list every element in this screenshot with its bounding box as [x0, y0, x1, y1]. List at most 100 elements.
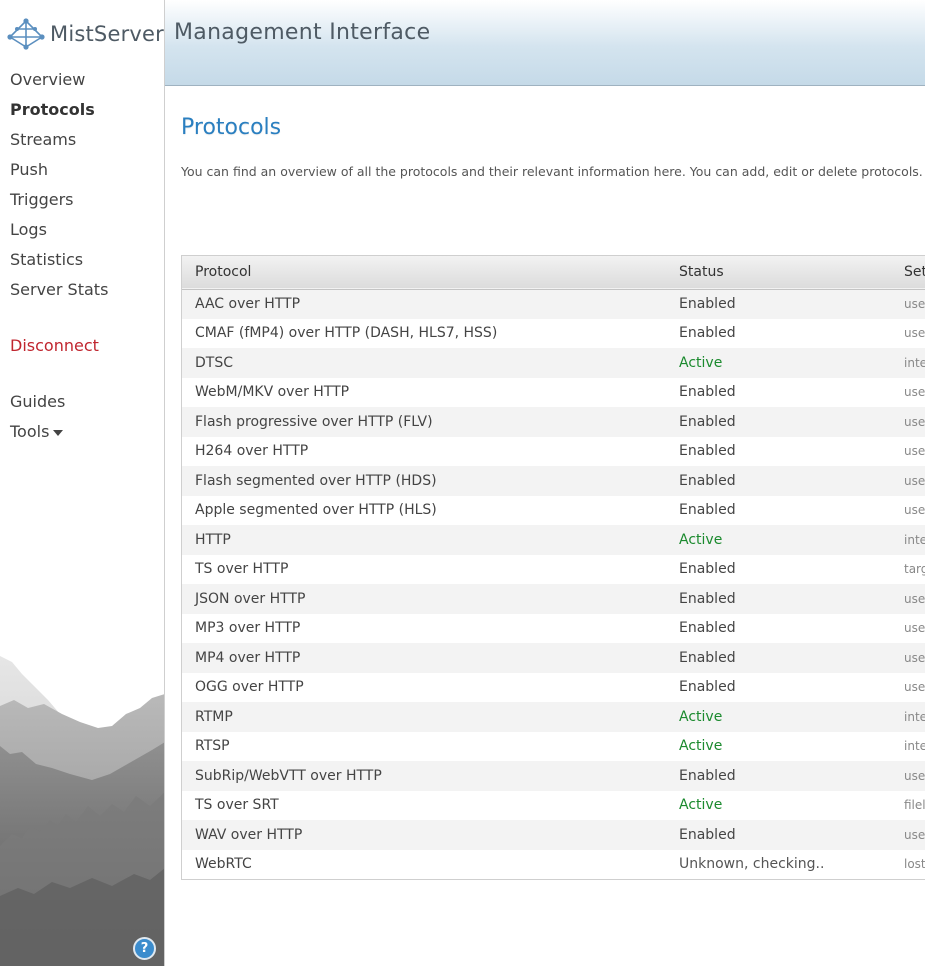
protocol-cell: JSON over HTTP [195, 590, 306, 607]
settings-cell: user [904, 621, 925, 636]
sidebar-item-protocols[interactable]: Protocols [10, 96, 108, 126]
disconnect-link[interactable]: Disconnect [10, 332, 108, 362]
column-header-status[interactable]: Status [666, 256, 891, 289]
status-cell: Enabled [679, 620, 736, 637]
sidebar-item-push[interactable]: Push [10, 156, 108, 186]
status-cell: Enabled [679, 443, 736, 460]
sidebar-item-server-stats[interactable]: Server Stats [10, 276, 108, 306]
status-cell: Enabled [679, 826, 736, 843]
table-row[interactable]: MP3 over HTTP Enabled user [182, 613, 925, 643]
table-row[interactable]: Apple segmented over HTTP (HLS) Enabled us… [182, 495, 925, 525]
protocol-cell: CMAF (fMP4) over HTTP (DASH, HLS7, HSS) [195, 325, 498, 342]
settings-cell: user [904, 650, 925, 665]
protocol-cell: WebRTC [195, 856, 252, 873]
sidebar-item-triggers[interactable]: Triggers [10, 186, 108, 216]
sidebar-item-streams[interactable]: Streams [10, 126, 108, 156]
table-row[interactable]: RTSP Active inte [182, 731, 925, 761]
table-row[interactable]: WebM/MKV over HTTP Enabled user [182, 377, 925, 407]
table-row[interactable]: HTTP Active inte [182, 525, 925, 555]
protocol-cell: OGG over HTTP [195, 679, 304, 696]
table-row[interactable]: DTSC Active inte [182, 348, 925, 378]
settings-cell: targ [904, 562, 925, 577]
table-row[interactable]: WAV over HTTP Enabled user [182, 820, 925, 850]
settings-cell: user [904, 385, 925, 400]
column-header-protocol[interactable]: Protocol [182, 256, 666, 289]
status-cell: Enabled [679, 767, 736, 784]
table-row[interactable]: WebRTC Unknown, checking.. lost [182, 849, 925, 879]
page-title: Protocols [181, 115, 282, 140]
status-cell: Enabled [679, 561, 736, 578]
table-body: AAC over HTTP Enabled user CMAF (fMP4) over… [182, 289, 925, 879]
sidebar: MistServer Overview Protocols Streams Pu… [0, 0, 165, 966]
help-button[interactable]: ? [133, 937, 156, 960]
status-cell: Active [679, 708, 723, 725]
header: Management Interface [165, 0, 925, 86]
settings-cell: user [904, 503, 925, 518]
table-row[interactable]: OGG over HTTP Enabled user [182, 672, 925, 702]
protocol-cell: MP4 over HTTP [195, 649, 301, 666]
page-description: You can find an overview of all the prot… [181, 164, 923, 179]
status-cell: Enabled [679, 296, 736, 312]
table-row[interactable]: Flash segmented over HTTP (HDS) Enabled us… [182, 466, 925, 496]
protocol-cell: Apple segmented over HTTP (HLS) [195, 502, 437, 519]
status-cell: Active [679, 531, 723, 548]
settings-cell: user [904, 297, 925, 311]
settings-cell: inte [904, 532, 925, 547]
settings-cell: inte [904, 355, 925, 370]
sidebar-item-guides[interactable]: Guides [10, 388, 108, 418]
protocol-cell: Flash segmented over HTTP (HDS) [195, 472, 437, 489]
settings-cell: user [904, 680, 925, 695]
header-title: Management Interface [174, 20, 431, 45]
table-row[interactable]: CMAF (fMP4) over HTTP (DASH, HLS7, HSS) E… [182, 318, 925, 348]
table-row[interactable]: SubRip/WebVTT over HTTP Enabled user [182, 761, 925, 791]
protocol-cell: SubRip/WebVTT over HTTP [195, 767, 382, 784]
protocol-cell: RTMP [195, 708, 233, 725]
status-cell: Enabled [679, 413, 736, 430]
settings-cell: user [904, 444, 925, 459]
logo-text: MistServer [50, 22, 164, 46]
table-row[interactable]: TS over SRT Active filel [182, 790, 925, 820]
settings-cell: inte [904, 739, 925, 754]
protocols-table: Protocol Status Set AAC over HTTP Enabled… [181, 255, 925, 880]
status-cell: Enabled [679, 472, 736, 489]
tools-label: Tools [10, 422, 50, 441]
column-header-settings[interactable]: Set [891, 256, 925, 289]
settings-cell: user [904, 414, 925, 429]
sidebar-item-tools[interactable]: Tools [10, 418, 108, 448]
status-cell: Active [679, 738, 723, 755]
protocol-cell: MP3 over HTTP [195, 620, 301, 637]
table-row[interactable]: MP4 over HTTP Enabled user [182, 643, 925, 673]
settings-cell: user [904, 827, 925, 842]
table-row[interactable]: TS over HTTP Enabled targ [182, 554, 925, 584]
protocol-cell: TS over SRT [195, 797, 279, 814]
protocol-cell: TS over HTTP [195, 561, 289, 578]
protocol-cell: WAV over HTTP [195, 826, 303, 843]
protocol-cell: RTSP [195, 738, 230, 755]
protocol-cell: Flash progressive over HTTP (FLV) [195, 413, 433, 430]
mountains-illustration [0, 656, 164, 966]
status-cell: Enabled [679, 502, 736, 519]
sidebar-item-overview[interactable]: Overview [10, 66, 108, 96]
table-row[interactable]: RTMP Active inte [182, 702, 925, 732]
table-row[interactable]: H264 over HTTP Enabled user [182, 436, 925, 466]
table-row[interactable]: AAC over HTTP Enabled user [182, 289, 925, 319]
sidebar-item-statistics[interactable]: Statistics [10, 246, 108, 276]
protocol-cell: AAC over HTTP [195, 296, 301, 312]
settings-cell: filel [904, 798, 925, 813]
sidebar-item-logs[interactable]: Logs [10, 216, 108, 246]
logo[interactable]: MistServer [6, 14, 164, 54]
table-row[interactable]: Flash progressive over HTTP (FLV) Enabled… [182, 407, 925, 437]
status-cell: Active [679, 354, 723, 371]
status-cell: Enabled [679, 325, 736, 342]
status-cell: Enabled [679, 384, 736, 401]
table-row[interactable]: JSON over HTTP Enabled user [182, 584, 925, 614]
status-cell: Enabled [679, 649, 736, 666]
protocol-cell: HTTP [195, 531, 231, 548]
settings-cell: user [904, 473, 925, 488]
settings-cell: lost [904, 857, 925, 872]
status-cell: Enabled [679, 590, 736, 607]
settings-cell: user [904, 768, 925, 783]
status-cell: Unknown, checking.. [679, 856, 825, 873]
